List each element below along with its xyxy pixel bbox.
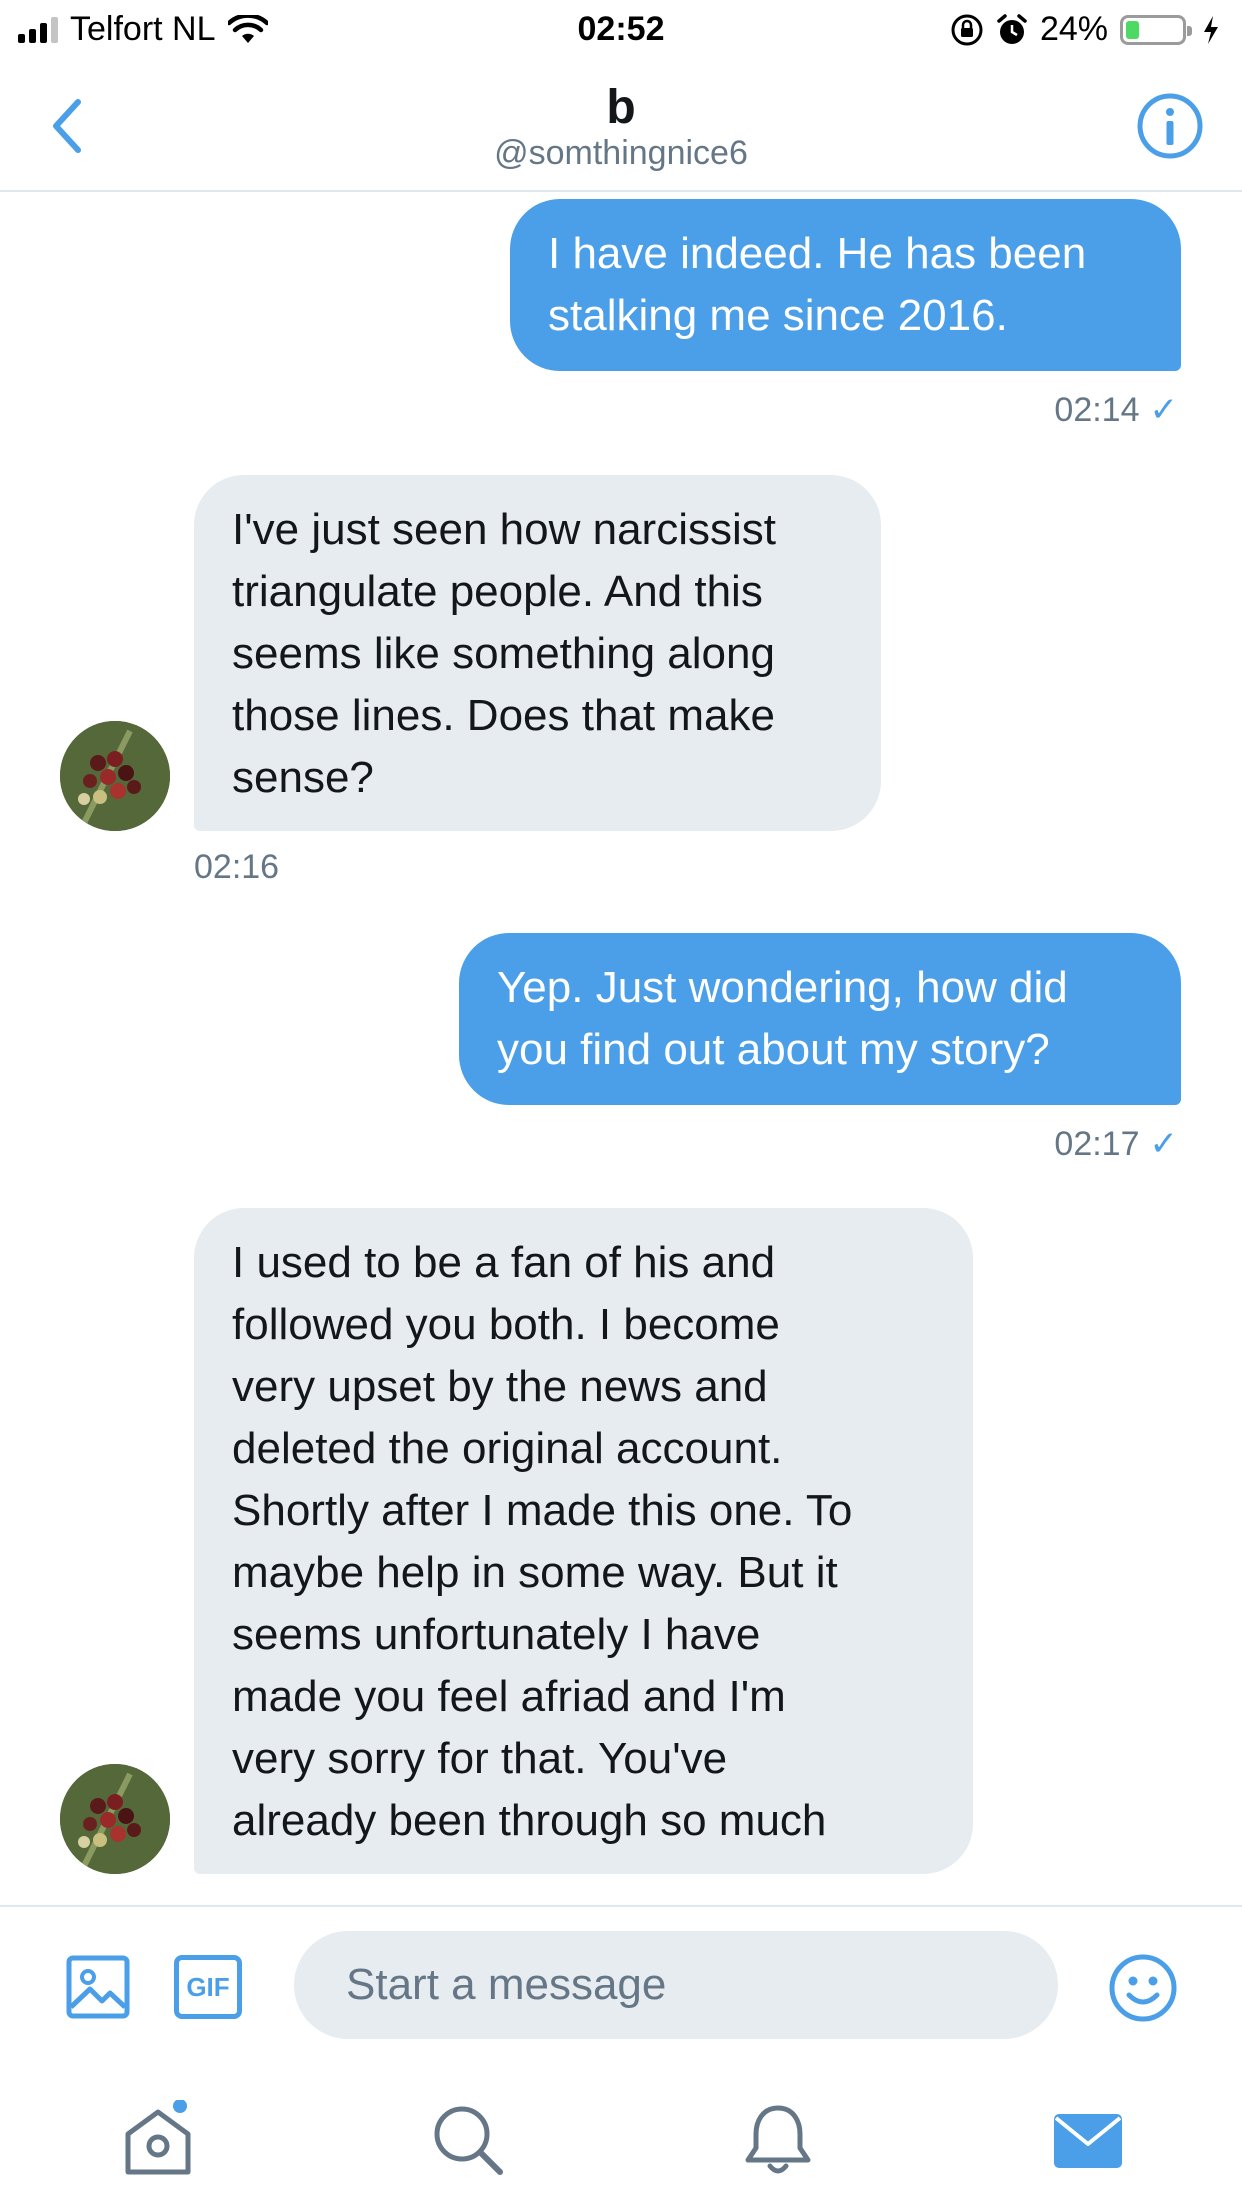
image-icon[interactable] bbox=[66, 1955, 130, 2019]
timestamp-text: 02:14 bbox=[1054, 391, 1140, 429]
bell-icon[interactable] bbox=[738, 2100, 818, 2180]
message-timestamp: 02:16 bbox=[194, 848, 279, 887]
battery-icon bbox=[1120, 14, 1192, 45]
avatar[interactable] bbox=[60, 1764, 170, 1874]
battery-percentage: 24% bbox=[1039, 10, 1108, 48]
read-check-icon: ✓ bbox=[1149, 1125, 1179, 1163]
avatar-image bbox=[60, 1764, 170, 1874]
tab-bar bbox=[0, 2040, 1242, 2208]
gif-label: GIF bbox=[186, 1972, 230, 2002]
status-bar: Telfort NL 02:52 24% bbox=[0, 0, 1242, 62]
conversation-title: b bbox=[606, 81, 636, 134]
conversation-handle: @somthingnice6 bbox=[494, 134, 748, 172]
search-icon[interactable] bbox=[428, 2100, 508, 2180]
read-check-icon: ✓ bbox=[1149, 391, 1179, 429]
mail-icon[interactable] bbox=[1048, 2100, 1128, 2180]
conversation-header: b @somthingnice6 bbox=[0, 62, 1242, 192]
gif-icon[interactable]: GIF bbox=[174, 1955, 242, 2019]
status-bar-right: 24% bbox=[950, 10, 1220, 49]
charging-icon bbox=[1204, 15, 1218, 44]
timestamp-text: 02:17 bbox=[1054, 1125, 1140, 1163]
info-icon[interactable] bbox=[1136, 92, 1204, 160]
message-bubble-outgoing[interactable]: I have indeed. He has been stalking me s… bbox=[510, 199, 1181, 371]
emoji-icon[interactable] bbox=[1108, 1953, 1178, 2023]
alarm-icon bbox=[997, 13, 1027, 44]
message-bubble-incoming[interactable]: I used to be a fan of his and followed y… bbox=[194, 1208, 973, 1874]
avatar-image bbox=[60, 721, 170, 831]
message-bubble-incoming[interactable]: I've just seen how narcissist triangulat… bbox=[194, 475, 881, 831]
rotation-lock-icon bbox=[951, 14, 983, 45]
message-timestamp: 02:17 ✓ bbox=[1054, 1124, 1178, 1164]
battery-level bbox=[1126, 20, 1139, 39]
message-timestamp: 02:14 ✓ bbox=[1054, 390, 1178, 430]
avatar[interactable] bbox=[60, 721, 170, 831]
dm-conversation-screen: Telfort NL 02:52 24% b @somthingnice6 I … bbox=[0, 0, 1242, 2208]
timestamp-text: 02:16 bbox=[194, 848, 280, 886]
notification-dot bbox=[173, 2100, 187, 2113]
compose-bar: GIF Start a message bbox=[0, 1905, 1242, 2039]
message-input[interactable]: Start a message bbox=[294, 1931, 1058, 2039]
home-icon[interactable] bbox=[118, 2100, 198, 2180]
message-bubble-outgoing[interactable]: Yep. Just wondering, how did you find ou… bbox=[459, 933, 1181, 1105]
